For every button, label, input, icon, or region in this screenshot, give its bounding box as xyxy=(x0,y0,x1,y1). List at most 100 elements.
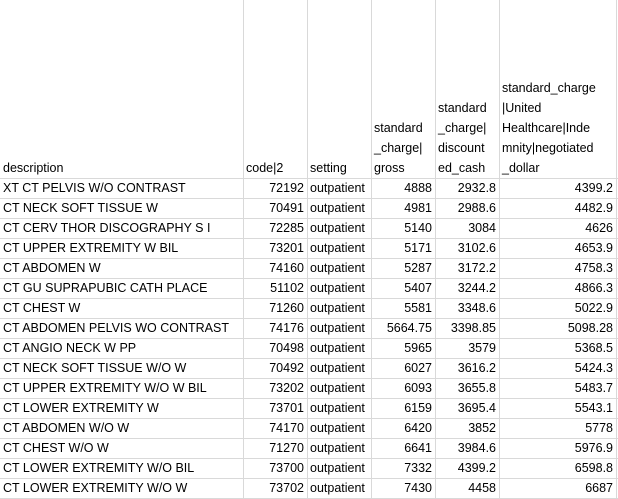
cell-gross[interactable]: 5140 xyxy=(374,218,432,238)
cell-description[interactable]: CT LOWER EXTREMITY W xyxy=(3,398,240,418)
cell-code[interactable]: 72192 xyxy=(246,178,304,198)
cell-negotiated[interactable]: 6687 xyxy=(502,478,613,498)
spreadsheet-grid[interactable]: description code|2 setting standard _charge… xyxy=(0,0,618,499)
cell-discounted-cash[interactable]: 2988.6 xyxy=(438,198,496,218)
table-row[interactable]: CT LOWER EXTREMITY W/O W 73702 outpatient 7… xyxy=(0,478,618,498)
cell-gross[interactable]: 6420 xyxy=(374,418,432,438)
cell-description[interactable]: CT CHEST W xyxy=(3,298,240,318)
cell-gross[interactable]: 7430 xyxy=(374,478,432,498)
cell-gross[interactable]: 6159 xyxy=(374,398,432,418)
cell-code[interactable]: 70492 xyxy=(246,358,304,378)
cell-description[interactable]: CT LOWER EXTREMITY W/O W xyxy=(3,478,240,498)
table-row[interactable]: CT LOWER EXTREMITY W/O BIL 73700 outpatien… xyxy=(0,458,618,478)
cell-description[interactable]: CT LOWER EXTREMITY W/O BIL xyxy=(3,458,240,478)
table-row[interactable]: CT CHEST W 71260 outpatient 5581 3348.6 5022.… xyxy=(0,298,618,318)
cell-discounted-cash[interactable]: 3655.8 xyxy=(438,378,496,398)
cell-description[interactable]: CT CERV THOR DISCOGRAPHY S I xyxy=(3,218,240,238)
cell-negotiated[interactable]: 5098.28 xyxy=(502,318,613,338)
cell-setting[interactable]: outpatient xyxy=(310,218,368,238)
header-cell-gross[interactable]: standard _charge| gross xyxy=(374,118,433,178)
cell-setting[interactable]: outpatient xyxy=(310,438,368,458)
cell-setting[interactable]: outpatient xyxy=(310,198,368,218)
cell-gross[interactable]: 7332 xyxy=(374,458,432,478)
cell-setting[interactable]: outpatient xyxy=(310,298,368,318)
cell-code[interactable]: 73701 xyxy=(246,398,304,418)
cell-discounted-cash[interactable]: 3984.6 xyxy=(438,438,496,458)
cell-code[interactable]: 73201 xyxy=(246,238,304,258)
cell-code[interactable]: 74160 xyxy=(246,258,304,278)
cell-discounted-cash[interactable]: 3172.2 xyxy=(438,258,496,278)
cell-discounted-cash[interactable]: 3398.85 xyxy=(438,318,496,338)
table-row[interactable]: CT UPPER EXTREMITY W/O W BIL 73202 outpati… xyxy=(0,378,618,398)
table-row[interactable]: CT UPPER EXTREMITY W BIL 73201 outpatient 5… xyxy=(0,238,618,258)
cell-description[interactable]: CT ABDOMEN W xyxy=(3,258,240,278)
cell-discounted-cash[interactable]: 3084 xyxy=(438,218,496,238)
cell-gross[interactable]: 6027 xyxy=(374,358,432,378)
cell-gross[interactable]: 5581 xyxy=(374,298,432,318)
cell-description[interactable]: CT UPPER EXTREMITY W/O W BIL xyxy=(3,378,240,398)
cell-negotiated[interactable]: 4758.3 xyxy=(502,258,613,278)
cell-negotiated[interactable]: 5483.7 xyxy=(502,378,613,398)
table-row[interactable]: CT CERV THOR DISCOGRAPHY S I 72285 outpati… xyxy=(0,218,618,238)
cell-setting[interactable]: outpatient xyxy=(310,278,368,298)
cell-code[interactable]: 70491 xyxy=(246,198,304,218)
cell-gross[interactable]: 4981 xyxy=(374,198,432,218)
cell-description[interactable]: CT CHEST W/O W xyxy=(3,438,240,458)
table-row[interactable]: CT GU SUPRAPUBIC CATH PLACE 51102 outpatie… xyxy=(0,278,618,298)
cell-setting[interactable]: outpatient xyxy=(310,338,368,358)
table-row[interactable]: CT ABDOMEN W 74160 outpatient 5287 3172.2 475… xyxy=(0,258,618,278)
cell-code[interactable]: 73700 xyxy=(246,458,304,478)
cell-description[interactable]: CT GU SUPRAPUBIC CATH PLACE xyxy=(3,278,240,298)
cell-negotiated[interactable]: 4866.3 xyxy=(502,278,613,298)
cell-code[interactable]: 71270 xyxy=(246,438,304,458)
cell-negotiated[interactable]: 5368.5 xyxy=(502,338,613,358)
cell-negotiated[interactable]: 5778 xyxy=(502,418,613,438)
header-cell-setting[interactable]: setting xyxy=(310,158,369,178)
header-cell-negotiated[interactable]: standard_charge |United Healthcare|Inde … xyxy=(502,78,614,178)
table-row[interactable]: CT ANGIO NECK W PP 70498 outpatient 5965 357… xyxy=(0,338,618,358)
cell-setting[interactable]: outpatient xyxy=(310,378,368,398)
cell-description[interactable]: XT CT PELVIS W/O CONTRAST xyxy=(3,178,240,198)
cell-setting[interactable]: outpatient xyxy=(310,238,368,258)
cell-code[interactable]: 74170 xyxy=(246,418,304,438)
cell-discounted-cash[interactable]: 3244.2 xyxy=(438,278,496,298)
cell-gross[interactable]: 5287 xyxy=(374,258,432,278)
cell-code[interactable]: 73702 xyxy=(246,478,304,498)
cell-code[interactable]: 74176 xyxy=(246,318,304,338)
cell-discounted-cash[interactable]: 3852 xyxy=(438,418,496,438)
cell-setting[interactable]: outpatient xyxy=(310,458,368,478)
table-row[interactable]: CT ABDOMEN W/O W 74170 outpatient 6420 3852 5… xyxy=(0,418,618,438)
cell-negotiated[interactable]: 4482.9 xyxy=(502,198,613,218)
cell-code[interactable]: 72285 xyxy=(246,218,304,238)
table-row[interactable]: CT CHEST W/O W 71270 outpatient 6641 3984.6 5… xyxy=(0,438,618,458)
cell-gross[interactable]: 5664.75 xyxy=(374,318,432,338)
header-cell-code[interactable]: code|2 xyxy=(246,158,305,178)
table-row[interactable]: CT ABDOMEN PELVIS WO CONTRAST 74176 outpat… xyxy=(0,318,618,338)
cell-gross[interactable]: 5965 xyxy=(374,338,432,358)
cell-setting[interactable]: outpatient xyxy=(310,258,368,278)
cell-setting[interactable]: outpatient xyxy=(310,398,368,418)
table-row[interactable]: CT LOWER EXTREMITY W 73701 outpatient 6159 3… xyxy=(0,398,618,418)
cell-discounted-cash[interactable]: 4399.2 xyxy=(438,458,496,478)
cell-code[interactable]: 71260 xyxy=(246,298,304,318)
cell-code[interactable]: 51102 xyxy=(246,278,304,298)
cell-discounted-cash[interactable]: 3616.2 xyxy=(438,358,496,378)
cell-negotiated[interactable]: 4653.9 xyxy=(502,238,613,258)
cell-description[interactable]: CT ABDOMEN PELVIS WO CONTRAST xyxy=(3,318,240,338)
cell-setting[interactable]: outpatient xyxy=(310,478,368,498)
table-row[interactable]: XT CT PELVIS W/O CONTRAST 72192 outpatient… xyxy=(0,178,618,198)
cell-code[interactable]: 70498 xyxy=(246,338,304,358)
cell-gross[interactable]: 5171 xyxy=(374,238,432,258)
cell-negotiated[interactable]: 4626 xyxy=(502,218,613,238)
cell-negotiated[interactable]: 6598.8 xyxy=(502,458,613,478)
cell-gross[interactable]: 4888 xyxy=(374,178,432,198)
cell-negotiated[interactable]: 5543.1 xyxy=(502,398,613,418)
cell-negotiated[interactable]: 5976.9 xyxy=(502,438,613,458)
cell-discounted-cash[interactable]: 2932.8 xyxy=(438,178,496,198)
cell-negotiated[interactable]: 5424.3 xyxy=(502,358,613,378)
cell-gross[interactable]: 5407 xyxy=(374,278,432,298)
cell-setting[interactable]: outpatient xyxy=(310,418,368,438)
cell-description[interactable]: CT NECK SOFT TISSUE W/O W xyxy=(3,358,240,378)
cell-discounted-cash[interactable]: 3579 xyxy=(438,338,496,358)
cell-description[interactable]: CT ANGIO NECK W PP xyxy=(3,338,240,358)
